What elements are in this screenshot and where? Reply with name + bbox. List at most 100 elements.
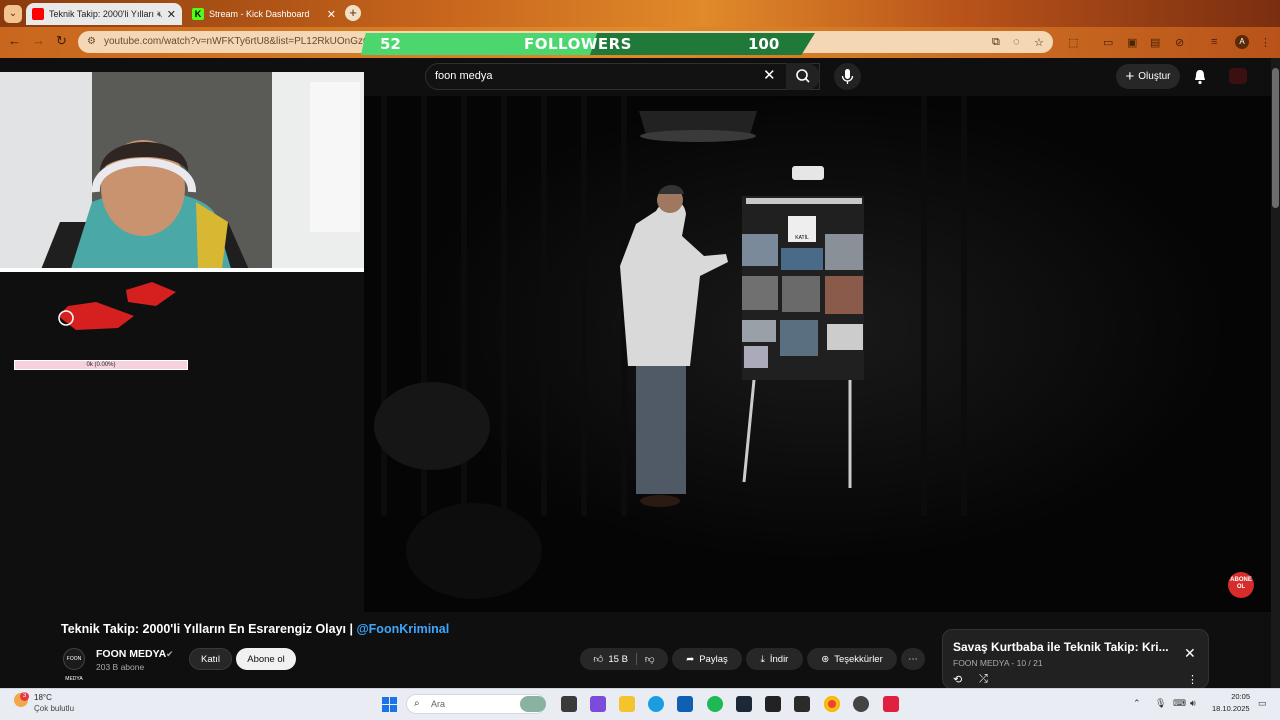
url-text: youtube.com/watch?v=nWFKTy6rtU8&list=PL1… bbox=[104, 36, 375, 47]
video-title-text: Teknik Takip: 2000'li Yılların En Esrare… bbox=[61, 622, 357, 636]
weather-badge: 3 bbox=[20, 692, 29, 701]
forward-icon[interactable]: → bbox=[32, 33, 45, 48]
share-button[interactable]: ➦ Paylaş bbox=[672, 648, 742, 670]
loop-icon[interactable]: ⟲ bbox=[953, 673, 962, 686]
windows-taskbar bbox=[0, 688, 1280, 720]
like-button[interactable]: 👍︎ 15 B bbox=[593, 653, 637, 665]
close-tab-icon[interactable]: ✕ bbox=[327, 8, 336, 21]
browser-menu-icon[interactable]: ⋮ bbox=[1260, 36, 1271, 49]
tab-kick-dashboard[interactable]: K Stream - Kick Dashboard ✕ bbox=[186, 3, 342, 25]
reload-icon[interactable]: ↻ bbox=[56, 33, 67, 49]
site-info-icon[interactable]: ⚙ bbox=[87, 36, 96, 47]
steam-icon[interactable] bbox=[736, 696, 752, 712]
capcut-icon[interactable] bbox=[794, 696, 810, 712]
extension-icon[interactable]: ⬚ bbox=[1068, 36, 1078, 49]
subscribe-badge[interactable]: ABONE OL bbox=[1228, 572, 1254, 598]
playlist-meta: FOON MEDYA - 10 / 21 bbox=[953, 658, 1043, 668]
install-app-icon[interactable]: ⧉ bbox=[992, 36, 1000, 49]
create-label: Oluştur bbox=[1138, 71, 1171, 82]
close-tab-icon[interactable]: ✕ bbox=[167, 8, 176, 21]
super-thanks-icon: ⊛ bbox=[821, 653, 830, 665]
copilot-icon[interactable] bbox=[590, 696, 606, 712]
tab-title: Stream - Kick Dashboard bbox=[209, 9, 310, 19]
network-icon[interactable]: ⌨ bbox=[1173, 698, 1186, 709]
mute-tab-icon[interactable]: 🔇︎ bbox=[157, 9, 163, 20]
board-label: KATİL bbox=[795, 234, 809, 241]
channel-avatar[interactable]: FOON MEDYA bbox=[63, 648, 85, 682]
webcam-image bbox=[0, 72, 364, 272]
spotify-icon[interactable] bbox=[707, 696, 723, 712]
share-label: Paylaş bbox=[699, 653, 728, 665]
epic-games-icon[interactable] bbox=[765, 696, 781, 712]
webcam-feed bbox=[0, 72, 364, 272]
search-icon bbox=[796, 69, 810, 83]
taskbar-search-placeholder: Ara bbox=[431, 699, 446, 709]
more-icon: ⋯ bbox=[908, 653, 918, 665]
kick-favicon-icon: K bbox=[192, 8, 204, 20]
clock-time[interactable]: 20:05 bbox=[1220, 692, 1250, 701]
notifications-button[interactable] bbox=[1192, 68, 1208, 90]
subscribe-button[interactable]: Abone ol bbox=[236, 648, 296, 670]
voice-search-button[interactable] bbox=[834, 63, 861, 90]
close-playlist-icon[interactable]: ✕ bbox=[1184, 645, 1196, 662]
clock-date[interactable]: 18.10.2025 bbox=[1212, 704, 1250, 713]
plus-icon: + bbox=[1125, 68, 1135, 85]
tab-search-button[interactable]: ⌄ bbox=[4, 5, 22, 23]
task-view-icon[interactable] bbox=[561, 696, 577, 712]
download-label: İndir bbox=[769, 653, 789, 665]
download-button[interactable]: ⤓ İndir bbox=[746, 648, 803, 670]
notification-center-icon[interactable]: ▭ bbox=[1258, 698, 1267, 709]
bell-icon bbox=[1195, 70, 1205, 85]
brand-logo-icon bbox=[58, 282, 176, 330]
back-icon[interactable]: ← bbox=[8, 33, 21, 48]
account-avatar[interactable] bbox=[1229, 68, 1247, 84]
bookmark-star-icon[interactable]: ☆ bbox=[1034, 36, 1044, 49]
playlist-menu-icon[interactable]: ⋮ bbox=[1187, 673, 1198, 686]
store-icon[interactable] bbox=[677, 696, 693, 712]
verified-icon: ✔ bbox=[166, 649, 174, 659]
weather-condition[interactable]: Çok bulutlu bbox=[34, 704, 74, 713]
chrome-icon[interactable] bbox=[824, 696, 840, 712]
more-actions-button[interactable]: ⋯ bbox=[901, 648, 925, 670]
microphone-tray-icon[interactable]: 🎙︎ bbox=[1155, 698, 1166, 709]
windows-logo-icon bbox=[382, 697, 397, 712]
channel-handle-link[interactable]: @FoonKriminal bbox=[356, 622, 449, 636]
obs-icon[interactable] bbox=[853, 696, 869, 712]
thanks-label: Teşekkürler bbox=[834, 653, 883, 665]
subscriber-count: 203 B abone bbox=[96, 662, 145, 672]
video-title: Teknik Takip: 2000'li Yılların En Esrare… bbox=[61, 622, 449, 636]
extension-icon[interactable]: ⊘ bbox=[1175, 36, 1184, 49]
create-button[interactable]: + Oluştur bbox=[1116, 64, 1180, 89]
start-button[interactable] bbox=[382, 697, 397, 712]
reading-list-icon[interactable]: ≡ bbox=[1211, 36, 1217, 48]
weather-temperature[interactable]: 18°C bbox=[34, 693, 52, 702]
download-icon: ⤓ bbox=[760, 653, 765, 665]
eye-off-icon[interactable]: ◌ bbox=[1013, 36, 1020, 48]
extension-icon[interactable]: ▤ bbox=[1150, 36, 1160, 49]
share-arrow-icon: ➦ bbox=[686, 653, 695, 665]
extension-icon[interactable]: ▭ bbox=[1103, 36, 1113, 49]
app-icon[interactable] bbox=[883, 696, 899, 712]
playlist-title[interactable]: Savaş Kurtbaba ile Teknik Takip: Kri... bbox=[953, 640, 1168, 654]
channel-name[interactable]: FOON MEDYA bbox=[96, 648, 166, 660]
followers-label: FOLLOWERS bbox=[524, 35, 632, 53]
search-button[interactable] bbox=[786, 63, 820, 90]
clear-search-icon[interactable]: ✕ bbox=[763, 66, 776, 84]
search-icon: ⌕ bbox=[414, 698, 420, 709]
scrollbar-thumb[interactable] bbox=[1272, 68, 1279, 208]
volume-icon[interactable]: 🔊︎ bbox=[1190, 698, 1196, 709]
shuffle-icon[interactable]: ⤮ bbox=[979, 673, 988, 686]
tab-youtube[interactable]: Teknik Takip: 2000'li Yılların 🔇︎ ✕ bbox=[26, 3, 182, 25]
extension-icon[interactable]: ▣ bbox=[1127, 36, 1137, 49]
edge-icon[interactable] bbox=[648, 696, 664, 712]
video-player[interactable]: KATİL bbox=[364, 96, 1272, 612]
new-tab-button[interactable]: + bbox=[345, 5, 361, 21]
profile-avatar[interactable]: A bbox=[1235, 35, 1249, 49]
join-button[interactable]: Katıl bbox=[189, 648, 232, 670]
dislike-button[interactable]: 👎︎ bbox=[637, 653, 655, 665]
thanks-button[interactable]: ⊛ Teşekkürler bbox=[807, 648, 897, 670]
tray-chevron-icon[interactable]: ⌃ bbox=[1133, 698, 1141, 709]
youtube-favicon-icon bbox=[32, 8, 44, 20]
file-explorer-icon[interactable] bbox=[619, 696, 635, 712]
stream-progress-bar: 0k (0.00%) bbox=[14, 360, 188, 370]
